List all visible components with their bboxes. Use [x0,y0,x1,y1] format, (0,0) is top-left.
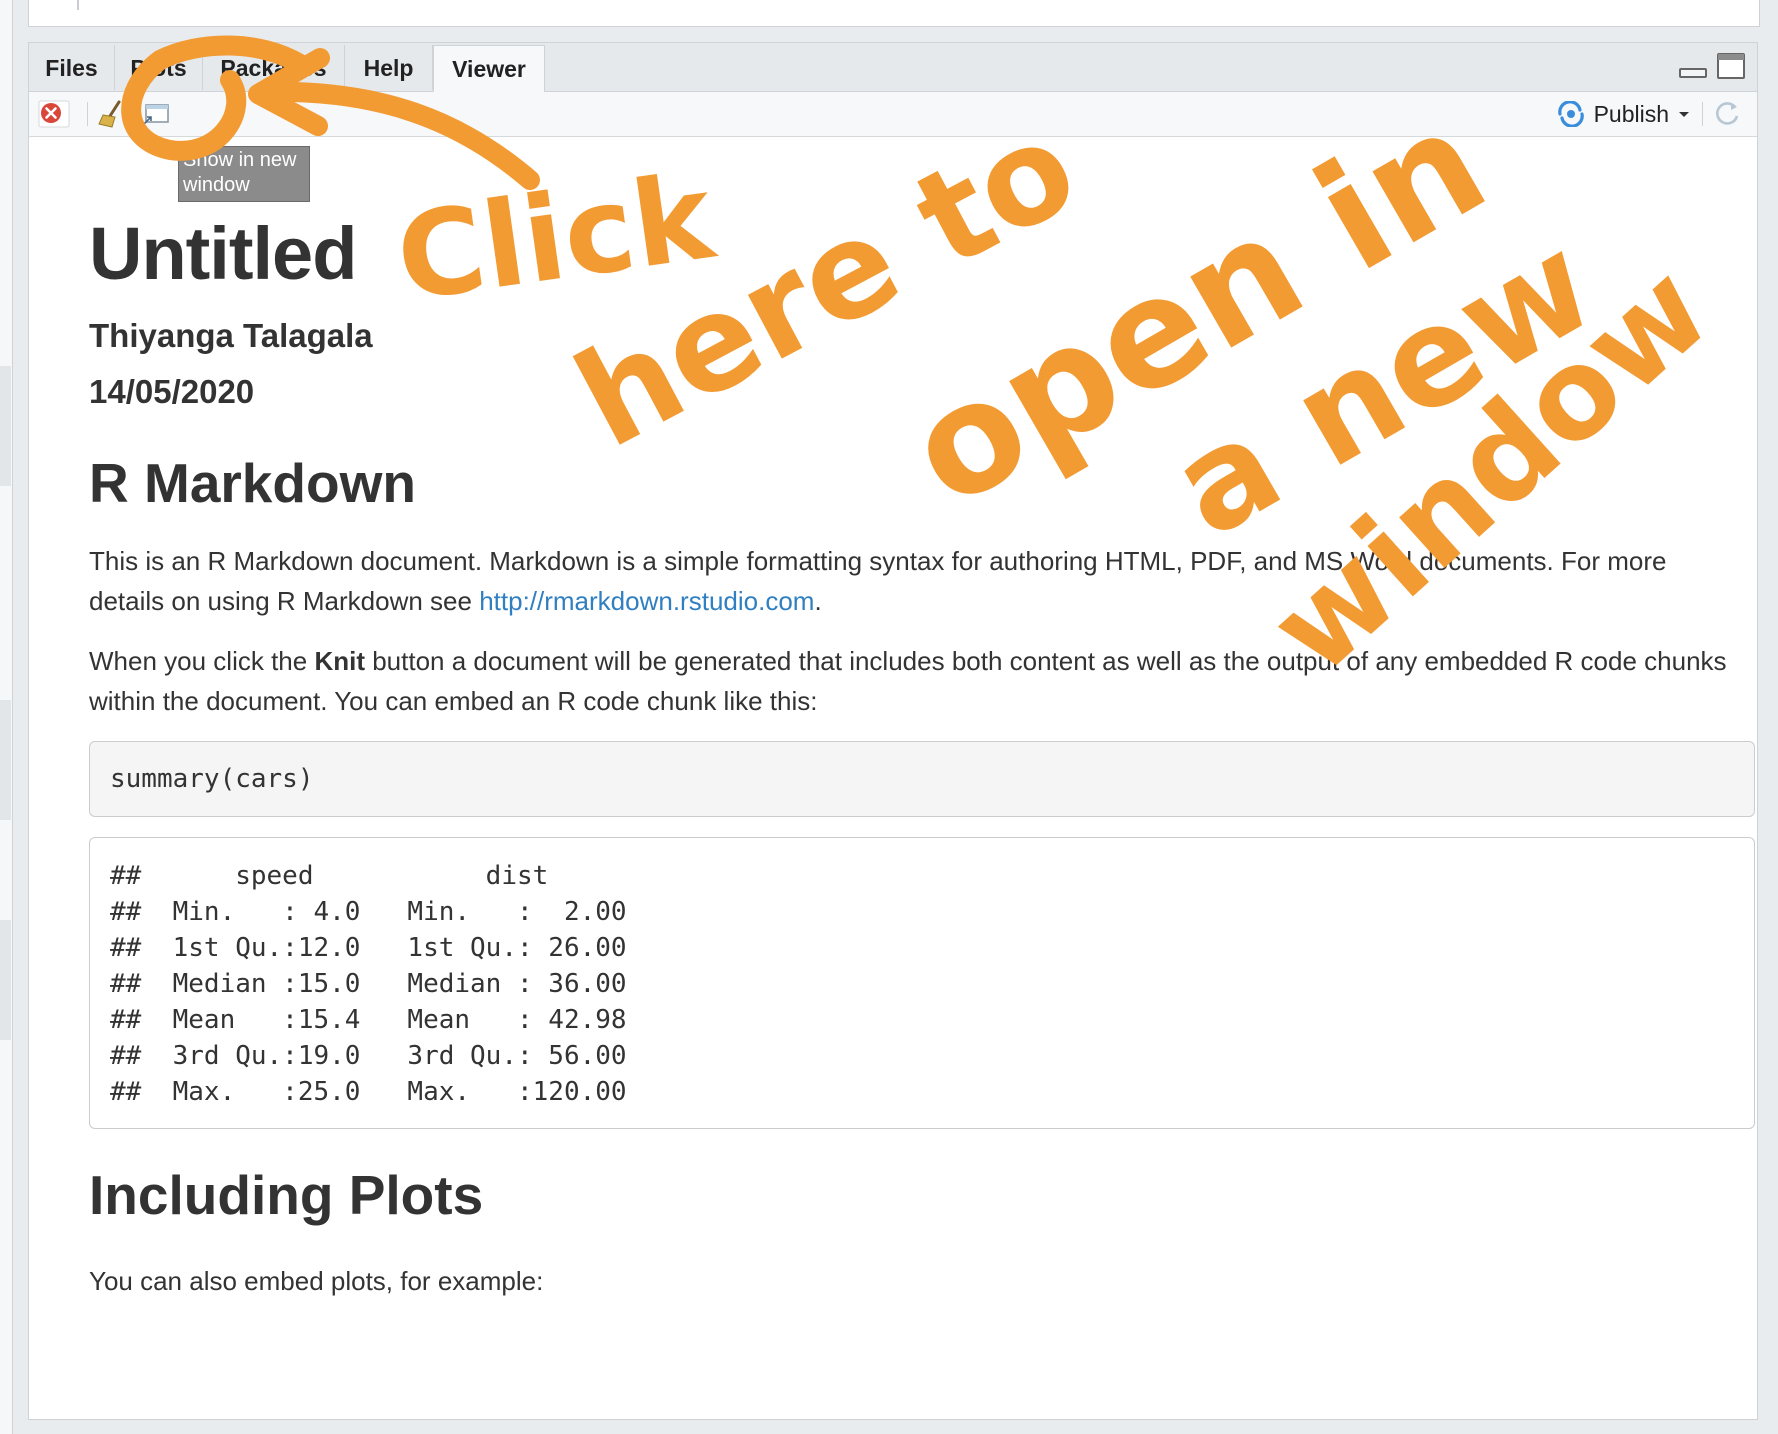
paragraph-text: This is an R Markdown document. Markdown… [89,546,1667,616]
tab-viewer[interactable]: Viewer [433,45,545,92]
paragraph-knit: When you click the Knit button a documen… [89,641,1739,721]
output-line: ## Min. : 4.0 Min. : 2.00 [110,897,658,927]
code-input-text: summary(cars) [110,764,314,794]
publish-button[interactable]: Publish [1556,98,1691,130]
toolbar-separator [1702,102,1703,126]
paragraph-text: When you click the [89,646,315,676]
pane-tabbar: Files Plots Packages Help Viewer [29,43,1757,92]
clear-viewer-button[interactable] [95,98,129,130]
paragraph-plots: You can also embed plots, for example: [89,1266,544,1296]
tab-help[interactable]: Help [345,45,433,90]
refresh-button[interactable] [1711,98,1745,130]
section-heading-rmarkdown: R Markdown [89,452,416,514]
publish-label: Publish [1593,100,1669,127]
code-chunk-input: summary(cars) [89,741,1755,817]
output-line: ## Mean :15.4 Mean : 42.98 [110,1005,658,1035]
section-heading-plots: Including Plots [89,1164,484,1226]
maximize-icon [1717,53,1745,79]
code-chunk-output: ## speed dist ## Min. : 4.0 Min. : 2.00 … [89,837,1755,1129]
publish-icon [1557,101,1584,127]
rmarkdown-link[interactable]: http://rmarkdown.rstudio.com [479,586,814,616]
refresh-icon [1716,102,1739,125]
left-pane-marker [0,700,11,820]
broom-icon [98,100,121,128]
maximize-pane-button[interactable] [1717,53,1745,84]
close-icon [38,100,70,128]
left-pane-marker [0,920,11,1040]
toolbar-separator [87,102,88,126]
paragraph-text: . [814,586,822,616]
stop-viewer-button[interactable] [37,98,71,130]
new-window-icon [142,104,169,126]
left-pane-marker [0,366,11,486]
tab-plots[interactable]: Plots [115,45,203,90]
output-line: ## speed dist [110,861,658,891]
document-date: 14/05/2020 [89,373,255,410]
paragraph-intro: This is an R Markdown document. Markdown… [89,541,1739,621]
document-title: Untitled [89,212,357,295]
viewer-toolbar: Publish [29,92,1757,137]
source-pane-edge [28,0,1760,27]
minimize-pane-button[interactable] [1679,63,1709,84]
output-line: ## Median :15.0 Median : 36.00 [110,969,658,999]
output-line: ## 1st Qu.:12.0 1st Qu.: 26.00 [110,933,658,963]
output-line: ## 3rd Qu.:19.0 3rd Qu.: 56.00 [110,1041,658,1071]
show-in-new-window-button[interactable] [139,98,173,130]
tooltip: Show in new window [178,146,310,202]
tab-packages[interactable]: Packages [203,45,345,90]
document-author: Thiyanga Talagala [89,317,373,354]
output-line: ## Max. :25.0 Max. :120.00 [110,1077,658,1107]
viewer-pane: Files Plots Packages Help Viewer Publish… [28,42,1758,1420]
minimize-icon [1679,68,1707,78]
editor-caret [77,0,79,10]
tab-files[interactable]: Files [29,45,115,90]
chevron-down-icon[interactable] [1677,109,1691,119]
knit-keyword: Knit [314,646,365,676]
left-pane-edge [0,0,13,1434]
